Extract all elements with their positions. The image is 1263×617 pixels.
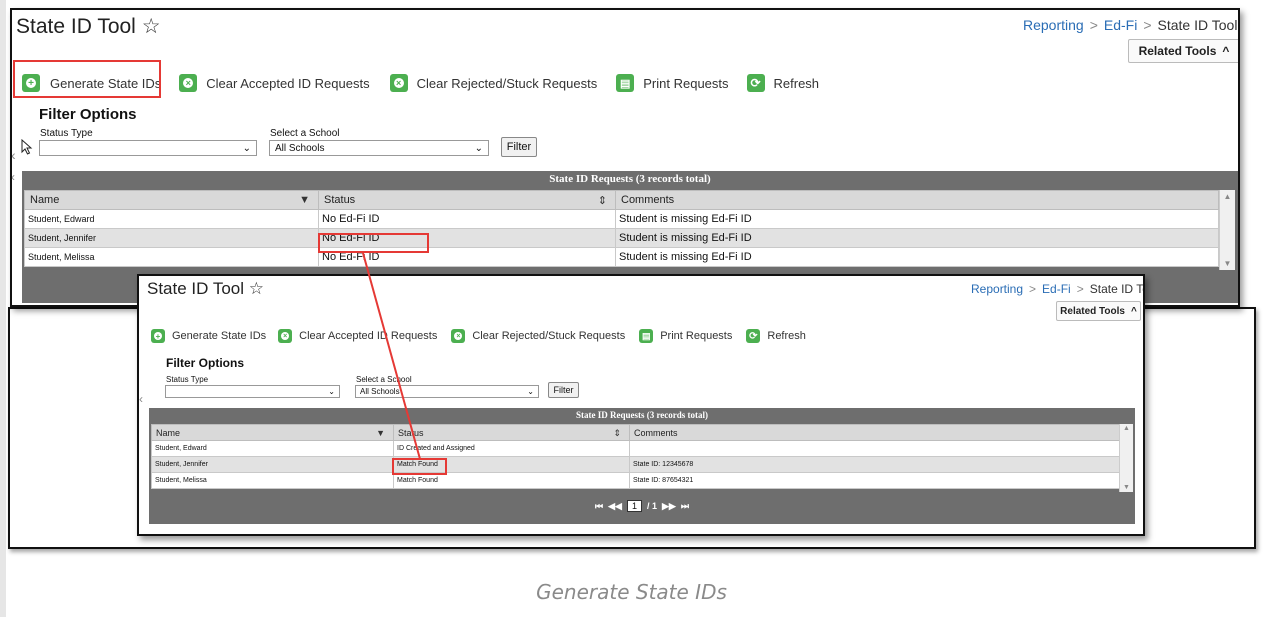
figure-caption: Generate State IDs: [536, 580, 727, 604]
stage: State ID Tool ☆ Reporting > Ed-Fi > State ID…: [0, 0, 1263, 617]
connector-arrow: [362, 252, 421, 460]
